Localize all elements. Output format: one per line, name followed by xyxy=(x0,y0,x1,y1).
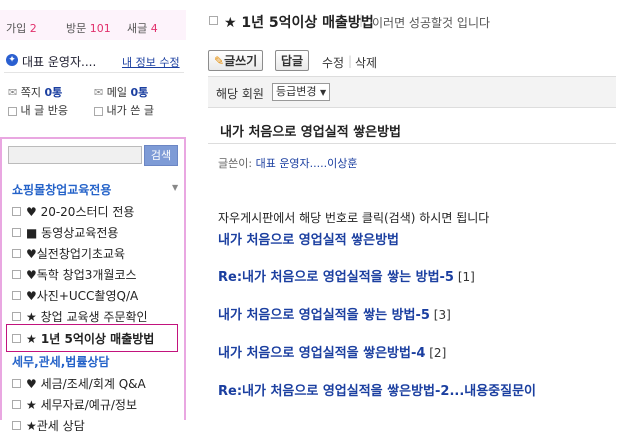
board-title: ★ 1년 5억이상 매출방법 xyxy=(224,15,374,31)
stat-visit: 방문 101 xyxy=(66,22,111,35)
comment-count: [2] xyxy=(429,346,447,360)
search-input[interactable] xyxy=(8,146,142,164)
stat-new-posts: 새글 4 xyxy=(127,22,158,35)
menu-item[interactable]: ★ 세무자료/예규/정보 xyxy=(12,396,137,413)
collapse-icon[interactable]: ▼ xyxy=(172,183,178,192)
note-icon: ✉ xyxy=(8,86,18,99)
menu-item[interactable]: ♥사진+UCC촬영Q/A xyxy=(12,287,138,304)
menu-item[interactable]: ♥ 20-20스터디 전용 xyxy=(12,203,134,220)
stat-join: 가입 2 xyxy=(6,22,37,35)
board-icon xyxy=(12,379,21,388)
edit-profile-link[interactable]: 내 정보 수정 xyxy=(122,54,180,70)
profile-panel: ✦ 대표 운영자.... 내 정보 수정 ✉ 쪽지 0통 ✉ 메일 0통 내 글… xyxy=(0,44,186,128)
chevron-down-icon: ▼ xyxy=(319,88,327,97)
reply-button[interactable]: 답글 xyxy=(275,50,310,71)
category-shopping[interactable]: 쇼핑몰창업교육전용 xyxy=(12,181,111,198)
my-posts-link[interactable]: 내가 쓴 글 xyxy=(94,102,154,118)
board-icon xyxy=(12,207,21,216)
divider: | xyxy=(348,54,353,68)
comment-count: [3] xyxy=(433,308,451,322)
post-link[interactable]: Re:내가 처음으로 영업실적을 쌓은방법-2...내용중질문이 xyxy=(218,380,634,399)
divider xyxy=(208,143,616,144)
search-button[interactable]: 검색 xyxy=(144,145,178,166)
edit-link[interactable]: 수정 xyxy=(322,54,344,71)
profile-name[interactable]: 대표 운영자.... xyxy=(22,53,96,70)
post-link-row: 내가 처음으로 영업실적을 쌓은방법-4 [2] xyxy=(218,342,446,361)
my-comments-link[interactable]: 내 글 반응 xyxy=(8,102,68,118)
post-link[interactable]: Re:내가 처음으로 영업실적을 쌓는 방법-5 xyxy=(218,270,454,285)
board-icon xyxy=(209,16,218,25)
board-icon xyxy=(12,400,21,409)
category-tax-law[interactable]: 세무,관세,법률상담 xyxy=(12,353,109,370)
board-icon xyxy=(12,270,21,279)
menu-item[interactable]: ♥실전창업기초교육 xyxy=(12,245,125,262)
post-link-row: 내가 처음으로 영업실적을 쌓는 방법-5 [3] xyxy=(218,304,451,323)
pencil-icon: ✎ xyxy=(214,54,225,68)
delete-link[interactable]: 삭제 xyxy=(355,54,377,71)
post-link[interactable]: 내가 처음으로 영업실적을 쌓는 방법-5 xyxy=(218,308,430,323)
grade-change-dropdown[interactable]: 등급변경 ▼ xyxy=(272,83,331,101)
board-icon xyxy=(12,312,21,321)
board-icon xyxy=(12,249,21,258)
mail-icon: ✉ xyxy=(94,86,104,99)
member-label: 해당 회원 xyxy=(216,87,264,101)
write-button[interactable]: ✎글쓰기 xyxy=(208,50,264,71)
mail-link[interactable]: ✉ 메일 0통 xyxy=(94,84,148,100)
menu-item[interactable]: ♥독학 창업3개월코스 xyxy=(12,266,137,283)
author-link[interactable]: 대표 운영자.....이상훈 xyxy=(256,157,358,170)
note-link[interactable]: ✉ 쪽지 0통 xyxy=(8,84,62,100)
post-title: 내가 처음으로 영업실적 쌓은방법 xyxy=(220,125,402,140)
menu-item[interactable]: ★ 창업 교육생 주문확인 xyxy=(12,308,148,325)
menu-item[interactable]: ■ 동영상교육전용 xyxy=(12,224,118,241)
checkbox-icon xyxy=(94,106,103,116)
divider xyxy=(4,72,184,73)
divider: | xyxy=(359,13,364,27)
post-author: 글쓴이: 대표 운영자.....이상훈 xyxy=(218,157,358,170)
checkbox-icon xyxy=(8,106,17,116)
search-panel: 검색 쇼핑몰창업교육전용 ▼ ♥ 20-20스터디 전용 ■ 동영상교육전용 ♥… xyxy=(0,137,186,433)
board-icon xyxy=(12,291,21,300)
menu-item-selected[interactable]: ★ 1년 5억이상 매출방법 xyxy=(6,324,178,352)
post-link-row: Re:내가 처음으로 영업실적을 쌓는 방법-5 [1] xyxy=(218,266,475,285)
board-subtitle: 이러면 성공할것 입니다 xyxy=(372,16,491,30)
board-icon xyxy=(12,334,21,343)
stats-bar: 가입 2 방문 101 새글 4 xyxy=(0,10,186,40)
comment-count: [1] xyxy=(457,270,475,284)
post-body-text: 자우게시판에서 해당 번호로 클릭(검색) 하시면 됩니다 xyxy=(218,211,490,225)
post-link[interactable]: 내가 처음으로 영업실적을 쌓은방법-4 xyxy=(218,346,425,361)
board-icon xyxy=(12,421,21,430)
user-icon: ✦ xyxy=(6,54,18,66)
post-link[interactable]: 내가 처음으로 영업실적 쌓은방법 xyxy=(218,229,399,248)
member-bar: 해당 회원 등급변경 ▼ xyxy=(208,76,616,108)
menu-item[interactable]: ♥ 세금/조세/회계 Q&A xyxy=(12,375,146,392)
board-icon xyxy=(12,228,21,237)
